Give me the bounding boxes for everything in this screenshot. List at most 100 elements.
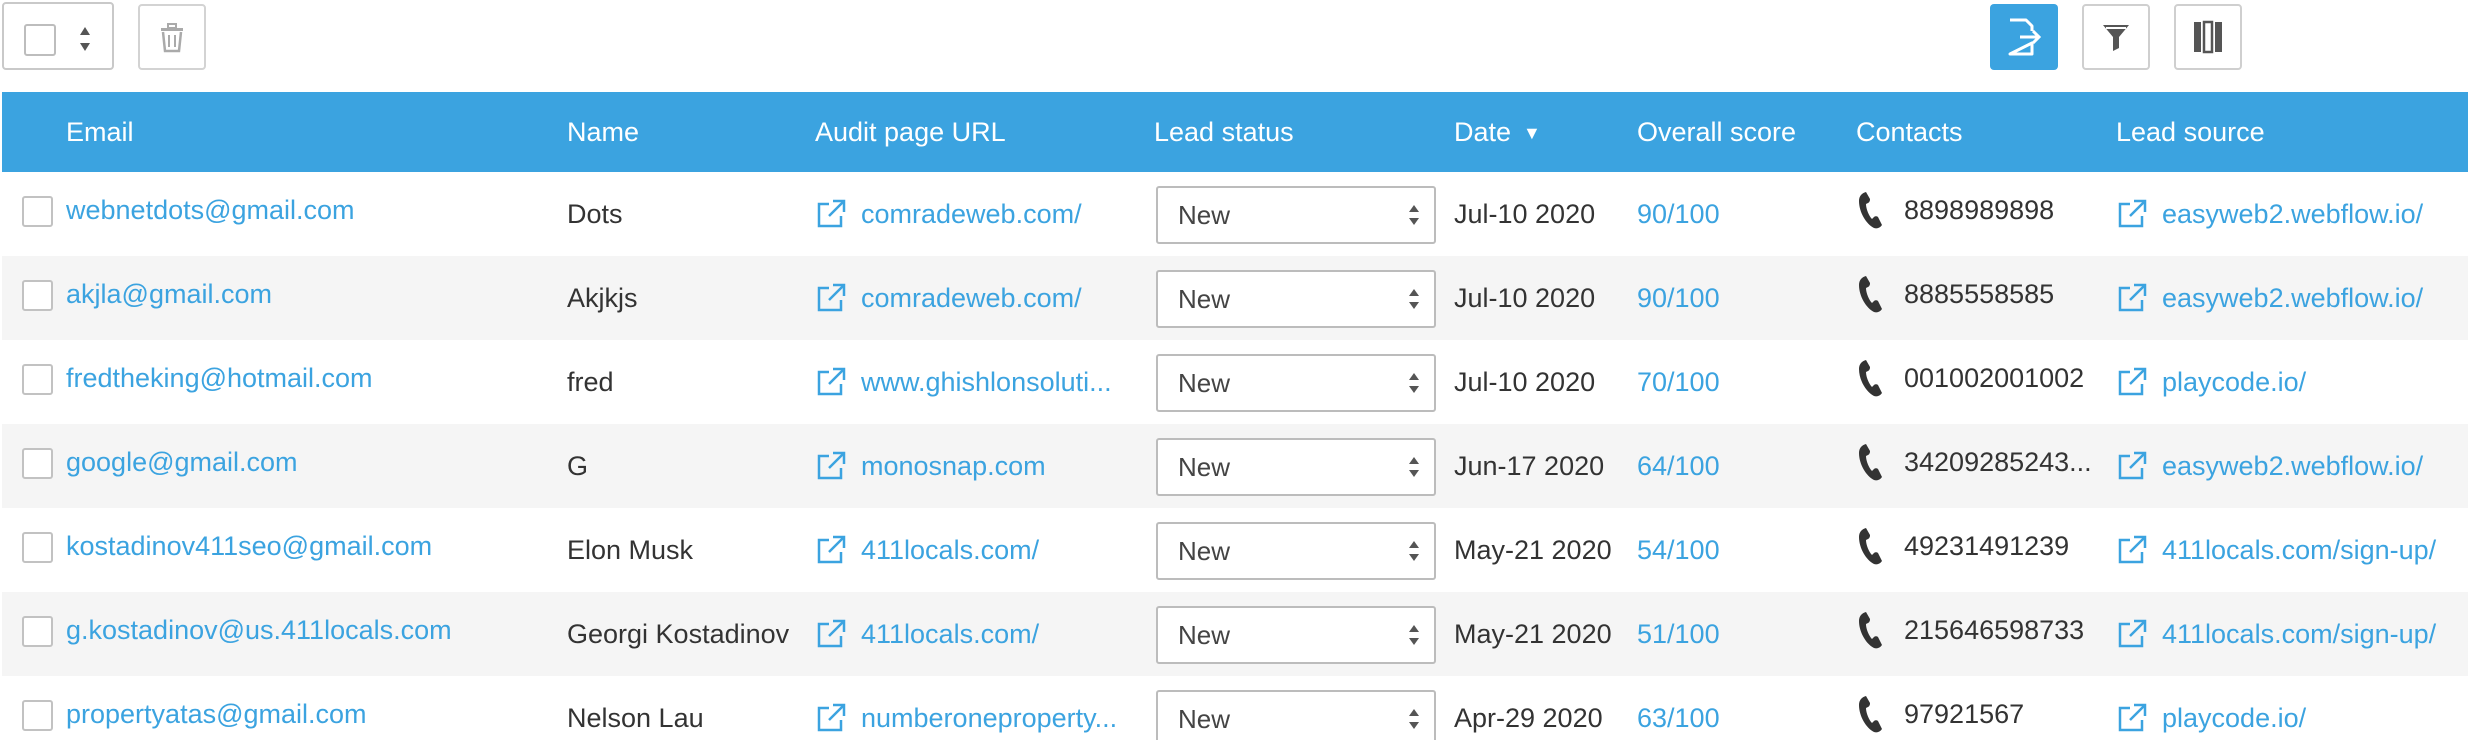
lead-source-link[interactable]: playcode.io/: [2162, 367, 2306, 398]
select-arrows-icon: [1409, 709, 1419, 729]
row-checkbox[interactable]: [22, 700, 53, 731]
lead-source-link[interactable]: playcode.io/: [2162, 703, 2306, 734]
lead-name: Elon Musk: [567, 534, 694, 565]
lead-source-link[interactable]: easyweb2.webflow.io/: [2162, 283, 2423, 314]
lead-name: Akjkjs: [567, 282, 638, 313]
table-row: g.kostadinov@us.411locals.com Georgi Kost…: [2, 592, 2468, 676]
lead-source-link[interactable]: easyweb2.webflow.io/: [2162, 451, 2423, 482]
contact-phone: 001002001002: [1904, 362, 2085, 393]
audit-url-link[interactable]: 411locals.com/: [861, 619, 1039, 650]
lead-status-select[interactable]: New: [1156, 690, 1436, 740]
select-arrows-icon: [1409, 541, 1419, 561]
table-row: fredtheking@hotmail.com fred www.ghishlons…: [2, 340, 2468, 424]
lead-status-value: New: [1178, 284, 1231, 314]
lead-status-value: New: [1178, 452, 1231, 482]
lead-name: Dots: [567, 198, 623, 229]
export-icon: [2008, 18, 2042, 56]
toolbar: [0, 0, 2468, 92]
column-header-overall-score[interactable]: Overall score: [1637, 92, 1796, 172]
filter-button[interactable]: [2082, 4, 2150, 70]
lead-date: Jul-10 2020: [1454, 198, 1596, 229]
external-link-icon[interactable]: [815, 282, 847, 314]
table-body: webnetdots@gmail.com Dots comradeweb.com/N…: [2, 172, 2468, 740]
external-link-icon[interactable]: [815, 366, 847, 398]
phone-icon: [1859, 276, 1882, 313]
email-link[interactable]: g.kostadinov@us.411locals.com: [66, 615, 452, 646]
lead-status-select[interactable]: New: [1156, 270, 1436, 328]
select-all-checkbox[interactable]: [24, 24, 56, 56]
row-checkbox[interactable]: [22, 532, 53, 563]
email-link[interactable]: webnetdots@gmail.com: [66, 195, 355, 226]
lead-status-select[interactable]: New: [1156, 606, 1436, 664]
external-link-icon[interactable]: [815, 702, 847, 734]
email-link[interactable]: fredtheking@hotmail.com: [66, 363, 373, 394]
lead-status-select[interactable]: New: [1156, 522, 1436, 580]
overall-score-link[interactable]: 90/100: [1637, 199, 1720, 230]
contact-phone: 97921567: [1904, 698, 2025, 729]
audit-url-link[interactable]: monosnap.com: [861, 451, 1046, 482]
lead-status-value: New: [1178, 368, 1231, 398]
phone-icon: [1859, 444, 1882, 481]
email-link[interactable]: akjla@gmail.com: [66, 279, 272, 310]
lead-source-link[interactable]: 411locals.com/sign-up/: [2162, 535, 2436, 566]
lead-source-link[interactable]: easyweb2.webflow.io/: [2162, 199, 2423, 230]
audit-url-link[interactable]: comradeweb.com/: [861, 199, 1082, 230]
phone-icon: [1859, 696, 1882, 733]
column-header-name[interactable]: Name: [567, 92, 639, 172]
overall-score-link[interactable]: 63/100: [1637, 703, 1720, 734]
select-arrows-icon: [1409, 373, 1419, 393]
columns-button[interactable]: [2174, 4, 2242, 70]
external-link-icon[interactable]: [815, 618, 847, 650]
overall-score-link[interactable]: 64/100: [1637, 451, 1720, 482]
column-header-email[interactable]: Email: [66, 92, 134, 172]
lead-date: May-21 2020: [1454, 618, 1612, 649]
select-arrows-icon: [1409, 625, 1419, 645]
lead-status-select[interactable]: New: [1156, 438, 1436, 496]
row-checkbox[interactable]: [22, 196, 53, 227]
external-link-icon[interactable]: [2116, 198, 2148, 230]
select-all-dropdown[interactable]: [2, 2, 114, 70]
lead-date: Apr-29 2020: [1454, 702, 1603, 733]
audit-url-link[interactable]: comradeweb.com/: [861, 283, 1082, 314]
lead-status-select[interactable]: New: [1156, 354, 1436, 412]
column-header-lead-source[interactable]: Lead source: [2116, 92, 2265, 172]
external-link-icon[interactable]: [2116, 618, 2148, 650]
lead-status-select[interactable]: New: [1156, 186, 1436, 244]
phone-icon: [1859, 192, 1882, 229]
lead-status-value: New: [1178, 200, 1231, 230]
row-checkbox[interactable]: [22, 280, 53, 311]
delete-button[interactable]: [138, 4, 206, 70]
contact-phone: 8898989898: [1904, 194, 2055, 225]
row-checkbox[interactable]: [22, 448, 53, 479]
overall-score-link[interactable]: 90/100: [1637, 283, 1720, 314]
email-link[interactable]: kostadinov411seo@gmail.com: [66, 531, 432, 562]
audit-url-link[interactable]: 411locals.com/: [861, 535, 1039, 566]
external-link-icon[interactable]: [2116, 534, 2148, 566]
external-link-icon[interactable]: [815, 534, 847, 566]
column-header-contacts[interactable]: Contacts: [1856, 92, 1963, 172]
lead-name: Nelson Lau: [567, 702, 704, 733]
external-link-icon[interactable]: [815, 198, 847, 230]
column-header-audit-url[interactable]: Audit page URL: [815, 92, 1006, 172]
lead-status-value: New: [1178, 704, 1231, 734]
row-checkbox[interactable]: [22, 364, 53, 395]
audit-url-link[interactable]: www.ghishlonsoluti...: [861, 367, 1112, 398]
external-link-icon[interactable]: [2116, 366, 2148, 398]
overall-score-link[interactable]: 51/100: [1637, 619, 1720, 650]
external-link-icon[interactable]: [2116, 282, 2148, 314]
overall-score-link[interactable]: 54/100: [1637, 535, 1720, 566]
audit-url-link[interactable]: numberoneproperty...: [861, 703, 1117, 734]
external-link-icon[interactable]: [815, 450, 847, 482]
email-link[interactable]: propertyatas@gmail.com: [66, 699, 367, 730]
column-header-date[interactable]: Date ▼: [1454, 92, 1541, 172]
export-button[interactable]: [1990, 4, 2058, 70]
external-link-icon[interactable]: [2116, 702, 2148, 734]
column-header-lead-status[interactable]: Lead status: [1154, 92, 1294, 172]
row-checkbox[interactable]: [22, 616, 53, 647]
lead-source-link[interactable]: 411locals.com/sign-up/: [2162, 619, 2436, 650]
external-link-icon[interactable]: [2116, 450, 2148, 482]
phone-icon: [1859, 528, 1882, 565]
email-link[interactable]: google@gmail.com: [66, 447, 298, 478]
table-row: propertyatas@gmail.com Nelson Lau numberon…: [2, 676, 2468, 740]
overall-score-link[interactable]: 70/100: [1637, 367, 1720, 398]
